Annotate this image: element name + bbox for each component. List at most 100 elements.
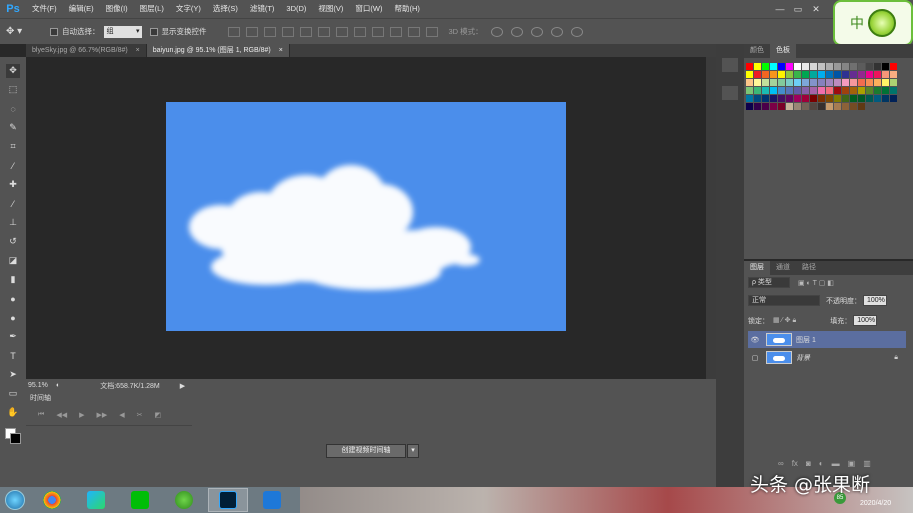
gradient-tool-icon[interactable]: ▮ xyxy=(6,273,20,287)
tab-baiyun[interactable]: baiyun.jpg @ 95.1% (图层 1, RGB/8#) × xyxy=(146,44,290,57)
menu-view[interactable]: 视图(V) xyxy=(312,0,349,18)
zoom-level[interactable]: 95.1% xyxy=(26,382,56,389)
stamp-tool-icon[interactable]: ⊥ xyxy=(6,216,20,230)
menu-layer[interactable]: 图层(L) xyxy=(134,0,170,18)
tab-close-icon[interactable]: × xyxy=(136,47,140,54)
transition-icon[interactable]: ◩ xyxy=(155,411,162,419)
tab-color[interactable]: 颜色 xyxy=(744,44,770,58)
align-hcenter-icon[interactable] xyxy=(299,26,312,37)
auto-select-checkbox[interactable] xyxy=(50,27,58,36)
swatch-grid[interactable] xyxy=(745,62,897,110)
audio-icon[interactable]: ◀ xyxy=(119,411,124,419)
auto-select-dropdown[interactable]: 组 xyxy=(103,25,142,38)
quick-select-tool-icon[interactable]: ✎ xyxy=(6,121,20,135)
new-layer-icon[interactable]: ▣ xyxy=(848,459,856,468)
create-video-timeline-button[interactable]: 创建视频时间轴 xyxy=(326,444,406,458)
type-tool-icon[interactable]: T xyxy=(6,349,20,363)
trash-icon[interactable]: ▥ xyxy=(863,459,871,468)
dodge-tool-icon[interactable]: ● xyxy=(6,311,20,325)
prev-frame-icon[interactable]: ◀◀ xyxy=(56,411,67,419)
align-left-icon[interactable] xyxy=(281,26,294,37)
close-button[interactable]: ✕ xyxy=(807,0,825,18)
blur-tool-icon[interactable]: ● xyxy=(6,292,20,306)
shape-tool-icon[interactable]: ▭ xyxy=(6,387,20,401)
canvas-area[interactable] xyxy=(26,57,706,379)
3d-slide-icon[interactable] xyxy=(550,26,563,37)
3d-drag-icon[interactable] xyxy=(530,26,543,37)
menu-image[interactable]: 图像(I) xyxy=(100,0,134,18)
path-select-tool-icon[interactable]: ➤ xyxy=(6,368,20,382)
timeline-tab[interactable]: 时间轴 xyxy=(30,393,51,403)
history-panel-icon[interactable] xyxy=(722,58,738,72)
move-tool-icon[interactable]: ✥ xyxy=(6,63,20,78)
fill-input[interactable]: 100% xyxy=(853,315,878,326)
distribute-top-icon[interactable] xyxy=(335,26,348,37)
taskbar-photoshop[interactable] xyxy=(208,488,248,512)
tab-layers[interactable]: 图层 xyxy=(744,261,770,275)
status-menu-arrow-icon[interactable]: ▶ xyxy=(180,382,185,390)
3d-scale-icon[interactable] xyxy=(570,26,583,37)
layer-name[interactable]: 背景 xyxy=(796,353,810,363)
menu-help[interactable]: 帮助(H) xyxy=(389,0,426,18)
group-icon[interactable]: ▬ xyxy=(832,459,840,468)
show-transform-checkbox[interactable] xyxy=(149,27,158,36)
taskbar-360[interactable] xyxy=(164,488,204,512)
link-icon[interactable]: ∞ xyxy=(778,459,784,468)
distribute-bottom-icon[interactable] xyxy=(371,26,384,37)
split-icon[interactable]: ✂ xyxy=(137,411,143,419)
visibility-box[interactable]: ▢ xyxy=(748,354,762,362)
tab-bluesky[interactable]: blyeSky.jpg @ 66.7%(RGB/8#) × xyxy=(26,44,147,57)
menu-3d[interactable]: 3D(D) xyxy=(280,0,312,18)
history-brush-icon[interactable]: ↺ xyxy=(6,235,20,249)
blend-mode-dropdown[interactable]: 正常 xyxy=(748,295,820,306)
restore-button[interactable]: ▭ xyxy=(789,0,807,18)
eraser-tool-icon[interactable]: ◪ xyxy=(6,254,20,268)
menu-file[interactable]: 文件(F) xyxy=(26,0,63,18)
eye-icon[interactable]: 👁︎ xyxy=(748,336,762,344)
menu-edit[interactable]: 编辑(E) xyxy=(63,0,100,18)
hand-tool-icon[interactable]: ✋ xyxy=(6,406,20,420)
first-frame-icon[interactable]: ⏮ xyxy=(38,411,44,419)
distribute-right-icon[interactable] xyxy=(425,26,438,37)
timeline-mode-dropdown[interactable]: ▾ xyxy=(407,444,419,458)
distribute-vcenter-icon[interactable] xyxy=(353,26,366,37)
align-vcenter-icon[interactable] xyxy=(245,26,258,37)
brush-tool-icon[interactable]: ⁄ xyxy=(6,197,20,211)
align-bottom-icon[interactable] xyxy=(263,26,276,37)
move-tool-preset-icon[interactable]: ✥ ▾ xyxy=(6,22,42,42)
play-icon[interactable]: ▶ xyxy=(79,411,84,419)
tab-channels[interactable]: 通道 xyxy=(770,261,796,275)
distribute-left-icon[interactable] xyxy=(389,26,402,37)
filter-icons[interactable]: ▣ ◐ T ▢ ◧ xyxy=(798,279,834,287)
taskbar-app[interactable] xyxy=(252,488,292,512)
layer-row-1[interactable]: 👁︎ 图层 1 xyxy=(748,331,906,348)
fx-icon[interactable]: fx xyxy=(792,459,798,468)
healing-tool-icon[interactable]: ✚ xyxy=(6,178,20,192)
background-color-swatch[interactable] xyxy=(10,433,21,444)
minimize-button[interactable]: — xyxy=(771,0,789,18)
lock-icons[interactable]: ▦ ⁄ ✥ 🔒︎ xyxy=(773,316,796,325)
menu-window[interactable]: 窗口(W) xyxy=(349,0,388,18)
clock-date[interactable]: 2020/4/20 xyxy=(860,500,891,507)
align-top-icon[interactable] xyxy=(227,26,240,37)
layer-filter-dropdown[interactable]: ρ 类型 xyxy=(748,277,790,288)
layer-row-background[interactable]: ▢ 背景 🔒︎ xyxy=(748,349,906,366)
eyedropper-tool-icon[interactable]: ⁄ xyxy=(6,159,20,173)
start-button[interactable] xyxy=(0,487,30,513)
crop-tool-icon[interactable]: ⌗ xyxy=(6,140,20,154)
marquee-tool-icon[interactable]: ⬚ xyxy=(6,83,20,97)
menu-type[interactable]: 文字(Y) xyxy=(170,0,207,18)
distribute-hcenter-icon[interactable] xyxy=(407,26,420,37)
tab-close-icon[interactable]: × xyxy=(279,47,283,54)
document-canvas[interactable] xyxy=(166,102,566,331)
taskbar-iqiyi[interactable] xyxy=(120,488,160,512)
taskbar-player[interactable] xyxy=(76,488,116,512)
align-right-icon[interactable] xyxy=(317,26,330,37)
opacity-input[interactable]: 100% xyxy=(863,295,887,306)
3d-roll-icon[interactable] xyxy=(510,26,523,37)
lasso-tool-icon[interactable]: ◌ xyxy=(6,102,20,116)
canvas-vertical-scrollbar[interactable] xyxy=(706,57,716,379)
mask-icon[interactable]: ◙ xyxy=(806,459,811,468)
menu-filter[interactable]: 滤镜(T) xyxy=(244,0,281,18)
menu-select[interactable]: 选择(S) xyxy=(207,0,244,18)
